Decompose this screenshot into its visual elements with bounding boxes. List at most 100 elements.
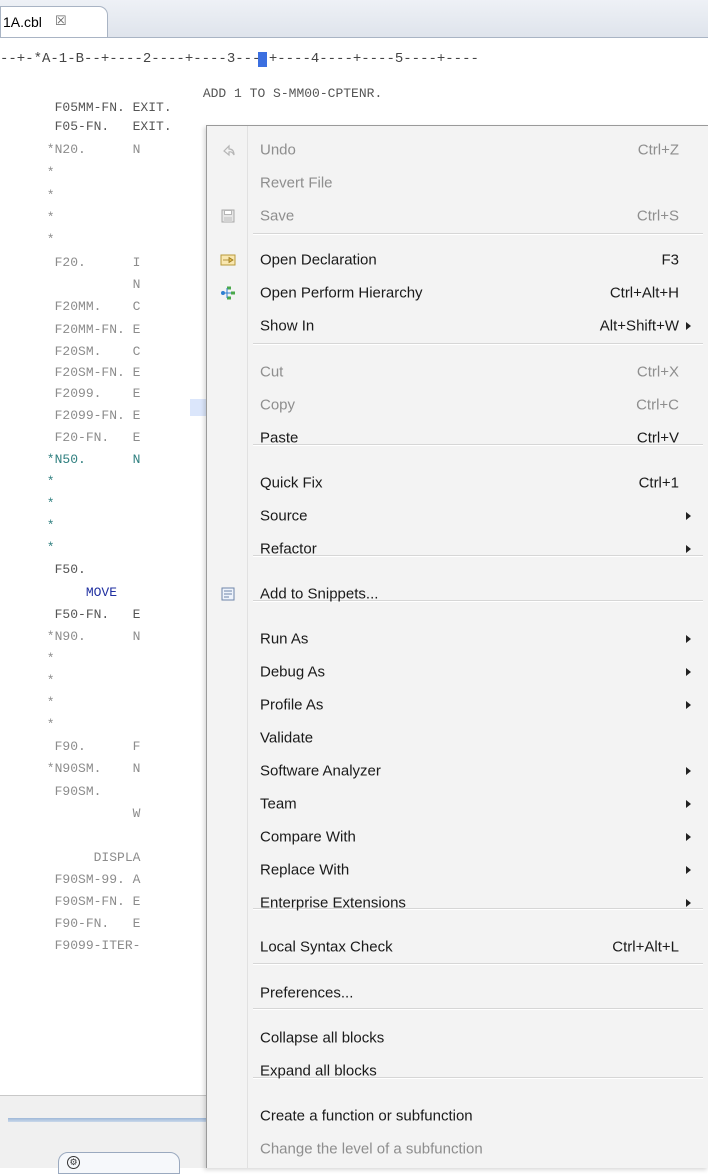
- menu-item-label: Enterprise Extensions: [260, 894, 406, 911]
- open-declaration-icon: [220, 252, 236, 268]
- code-line: *: [0, 474, 55, 489]
- menu-item-revert-file[interactable]: Revert File: [207, 166, 708, 199]
- close-icon[interactable]: ☒: [55, 13, 67, 29]
- code-line: *: [0, 518, 55, 533]
- code-line: F05-FN. EXIT.: [0, 119, 172, 134]
- submenu-arrow-icon: [686, 511, 691, 520]
- code-line: *: [0, 496, 55, 511]
- submenu-arrow-icon: [686, 898, 691, 907]
- view-icon: ⚙: [67, 1156, 80, 1169]
- menu-item-label: Compare With: [260, 828, 356, 845]
- menu-separator: [253, 343, 703, 345]
- menu-item-copy[interactable]: Copy Ctrl+C: [207, 388, 708, 421]
- submenu-arrow-icon: [686, 865, 691, 874]
- menu-item-source[interactable]: Source: [207, 499, 708, 532]
- code-line: *N90SM. N: [0, 761, 141, 776]
- menu-item-label: Run As: [260, 630, 309, 647]
- code-line: W: [0, 806, 141, 821]
- code-line: *: [0, 188, 55, 203]
- menu-item-change-the-level-of-a-subfunction[interactable]: Change the level of a subfunction: [207, 1132, 708, 1165]
- menu-item-label: Collapse all blocks: [260, 1029, 385, 1046]
- menu-item-open-perform-hierarchy[interactable]: Open Perform Hierarchy Ctrl+Alt+H: [207, 276, 708, 309]
- submenu-arrow-icon: [686, 634, 691, 643]
- menu-item-shortcut: Ctrl+Alt+L: [612, 938, 679, 955]
- code-line: F50-FN. E: [0, 607, 141, 622]
- submenu-arrow-icon: [686, 321, 691, 330]
- menu-item-shortcut: Ctrl+C: [636, 396, 679, 413]
- code-line: F90-FN. E: [0, 916, 141, 931]
- code-line: *: [0, 673, 55, 688]
- menu-item-collapse-all-blocks[interactable]: Collapse all blocks: [207, 1021, 708, 1054]
- menu-item-label: Local Syntax Check: [260, 938, 393, 955]
- code-line: *: [0, 540, 55, 555]
- code-line: *: [0, 232, 55, 247]
- code-line: F05MM-FN. EXIT.: [0, 100, 172, 115]
- menu-item-shortcut: Ctrl+S: [636, 207, 679, 224]
- menu-separator: [253, 233, 703, 235]
- panel-divider: [8, 1118, 208, 1122]
- menu-item-team[interactable]: Team: [207, 787, 708, 820]
- menu-item-compare-with[interactable]: Compare With: [207, 820, 708, 853]
- column-ruler: --+-*A-1-B--+----2----+----3----+----4--…: [0, 51, 479, 67]
- undo-icon: [220, 142, 236, 158]
- snippets-icon: [220, 586, 236, 602]
- ruler-cursor-marker: [258, 52, 267, 67]
- code-line: *: [0, 651, 55, 666]
- menu-item-shortcut: Ctrl+V: [636, 429, 679, 446]
- menu-item-create-a-function-or-subfunction[interactable]: Create a function or subfunction: [207, 1099, 708, 1132]
- editor-tab-label: 1A.cbl: [3, 14, 42, 30]
- menu-item-label: Preferences...: [260, 984, 354, 1001]
- menu-item-refactor[interactable]: Refactor: [207, 532, 708, 565]
- menu-item-label: Debug As: [260, 663, 326, 680]
- menu-item-software-analyzer[interactable]: Software Analyzer: [207, 754, 708, 787]
- menu-item-quick-fix[interactable]: Quick Fix Ctrl+1: [207, 466, 708, 499]
- menu-item-shortcut: Alt+Shift+W: [599, 317, 679, 334]
- code-line: F90SM-FN. E: [0, 894, 141, 909]
- menu-item-replace-with[interactable]: Replace With: [207, 853, 708, 886]
- menu-item-label: Quick Fix: [260, 474, 323, 491]
- menu-item-label: Cut: [260, 363, 284, 380]
- menu-item-open-declaration[interactable]: Open Declaration F3: [207, 243, 708, 276]
- code-line: F20. I: [0, 255, 141, 270]
- menu-item-save[interactable]: Save Ctrl+S: [207, 199, 708, 232]
- menu-item-label: Create a function or subfunction: [260, 1107, 473, 1124]
- menu-item-label: Team: [260, 795, 297, 812]
- menu-item-label: Save: [260, 207, 295, 224]
- menu-item-label: Change the level of a subfunction: [260, 1140, 483, 1157]
- submenu-arrow-icon: [686, 766, 691, 775]
- code-line: *: [0, 695, 55, 710]
- menu-item-add-to-snippets[interactable]: Add to Snippets...: [207, 577, 708, 610]
- code-line: F90SM-99. A: [0, 872, 141, 887]
- menu-item-label: Open Declaration: [260, 251, 377, 268]
- menu-item-debug-as[interactable]: Debug As: [207, 655, 708, 688]
- menu-item-cut[interactable]: Cut Ctrl+X: [207, 355, 708, 388]
- code-line: F90SM.: [0, 784, 102, 799]
- menu-item-undo[interactable]: Undo Ctrl+Z: [207, 133, 708, 166]
- menu-item-local-syntax-check[interactable]: Local Syntax Check Ctrl+Alt+L: [207, 930, 708, 963]
- menu-item-paste[interactable]: Paste Ctrl+V: [207, 421, 708, 454]
- menu-item-label: Show In: [260, 317, 315, 334]
- editor-tab[interactable]: 1A.cbl ☒: [0, 6, 108, 37]
- code-line: *N20. N: [0, 142, 141, 157]
- menu-item-enterprise-extensions[interactable]: Enterprise Extensions: [207, 886, 708, 919]
- code-line: F20MM-FN. E: [0, 322, 141, 337]
- menu-item-preferences[interactable]: Preferences...: [207, 976, 708, 1009]
- code-line: *N50. N: [0, 452, 141, 467]
- submenu-arrow-icon: [686, 832, 691, 841]
- code-line: F9099-ITER-: [0, 938, 141, 953]
- code-line: F20-FN. E: [0, 430, 141, 445]
- menu-item-shortcut: Ctrl+1: [638, 474, 679, 491]
- menu-item-profile-as[interactable]: Profile As: [207, 688, 708, 721]
- menu-item-label: Expand all blocks: [260, 1062, 377, 1079]
- menu-item-run-as[interactable]: Run As: [207, 622, 708, 655]
- hierarchy-icon: [220, 285, 236, 301]
- menu-item-show-in[interactable]: Show In Alt+Shift+W: [207, 309, 708, 342]
- menu-item-validate[interactable]: Validate: [207, 721, 708, 754]
- code-line: F20SM-FN. E: [0, 365, 141, 380]
- code-line: F20MM. C: [0, 299, 141, 314]
- menu-item-expand-all-blocks[interactable]: Expand all blocks: [207, 1054, 708, 1087]
- code-line: F2099. E: [0, 386, 141, 401]
- save-icon: [220, 208, 236, 224]
- bottom-view-tab[interactable]: ⚙: [58, 1152, 180, 1174]
- menu-item-label: Paste: [260, 429, 299, 446]
